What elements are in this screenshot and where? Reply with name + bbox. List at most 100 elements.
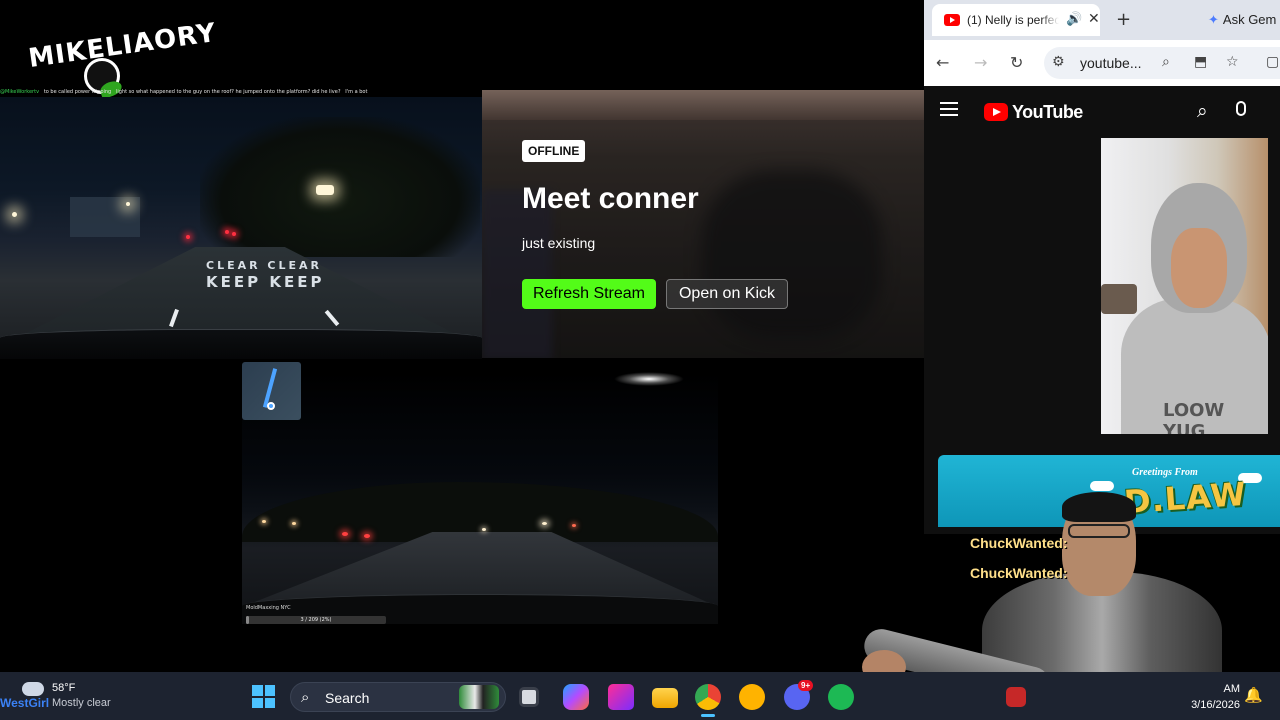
chat-username: ChuckWanted: <box>970 565 1068 581</box>
ticker-message: I'm a bot <box>345 89 368 95</box>
youtube-favicon-icon <box>944 14 960 26</box>
minimap <box>242 362 301 420</box>
tail-light <box>572 524 576 527</box>
glare <box>614 372 684 386</box>
notification-badge: 9+ <box>798 680 814 691</box>
taskbar-search[interactable]: ⌕ Search <box>290 682 506 712</box>
search-icon[interactable]: ⌕ <box>1197 100 1208 122</box>
overlay-label: WestGirl <box>0 696 50 710</box>
person-face <box>1171 228 1227 308</box>
ticker-message: to be called power tripping <box>43 89 112 95</box>
task-view-icon[interactable] <box>519 687 539 707</box>
tail-light <box>232 232 236 236</box>
reload-icon[interactable]: ↻ <box>1010 53 1023 72</box>
notification-bell-icon[interactable]: 🔔 <box>1244 686 1263 704</box>
weather-icon[interactable] <box>18 680 44 696</box>
system-clock[interactable]: AM 3/16/2026 <box>1176 681 1240 713</box>
taskbar <box>0 672 1280 720</box>
zoom-icon[interactable]: ⌕ <box>1162 54 1170 70</box>
url-text[interactable]: youtube... <box>1080 55 1142 71</box>
street-lamp <box>126 202 130 206</box>
offline-badge: OFFLINE <box>522 140 586 162</box>
tail-light <box>186 235 190 239</box>
chrome-icon[interactable] <box>695 684 721 710</box>
ask-gemini-button[interactable]: ✦ Ask Gem <box>1208 12 1276 28</box>
glasses <box>1068 524 1130 538</box>
microphone-icon[interactable] <box>1236 101 1246 116</box>
youtube-wordmark[interactable]: YouTube <box>1012 102 1083 123</box>
start-button[interactable] <box>252 685 275 708</box>
windows-logo-icon <box>252 697 263 708</box>
banner-greeting: Greetings From <box>1132 467 1198 478</box>
file-explorer-icon[interactable] <box>652 688 678 708</box>
tab-title: (1) Nelly is perfect <box>967 13 1059 27</box>
paint-app-icon[interactable] <box>608 684 634 710</box>
address-bar[interactable]: ⚙ youtube... ⌕ ⬒ ☆ ▢ <box>1044 47 1280 79</box>
mug <box>1101 284 1137 314</box>
youtube-video-player[interactable]: LOOW YUG <box>1101 138 1268 434</box>
streamer-hair <box>1062 492 1136 522</box>
ticker-message: light so what happened to the guy on the… <box>116 89 341 95</box>
headlight <box>292 522 296 525</box>
bookmark-star-icon[interactable]: ☆ <box>1226 54 1239 70</box>
dashcam-stream-bottom[interactable]: MoldMaxxing NYC 3 / 209 (2%) <box>242 372 718 624</box>
streamer-webcam <box>860 480 1222 705</box>
tail-light <box>364 534 370 538</box>
hoodie-text: LOOW YUG <box>1163 400 1225 434</box>
install-app-icon[interactable]: ⬒ <box>1194 54 1207 70</box>
offline-stream-panel: OFFLINE Meet conner just existing Refres… <box>482 90 924 358</box>
search-label: Search <box>325 690 370 706</box>
youtube-logo-icon[interactable] <box>984 103 1008 121</box>
weather-caption[interactable]: Mostly clear <box>52 697 111 709</box>
weather-temperature[interactable]: 58°F <box>52 682 75 694</box>
road-marking: CLEAR CLEAR <box>206 259 322 272</box>
refresh-stream-button[interactable]: Refresh Stream <box>522 279 656 309</box>
dashcam-stream-top[interactable]: CLEAR CLEAR KEEP KEEP <box>0 97 482 359</box>
windows-logo-icon <box>252 685 263 696</box>
tab-youtube[interactable]: (1) Nelly is perfect 🔊 ✕ <box>932 4 1100 36</box>
location-marker-icon <box>267 402 275 410</box>
site-settings-icon[interactable]: ⚙ <box>1052 54 1065 70</box>
app-icon[interactable] <box>1006 687 1026 707</box>
new-tab-button[interactable]: + <box>1116 9 1131 30</box>
road-marking: KEEP KEEP <box>206 273 325 291</box>
headlight <box>262 520 266 523</box>
channel-subtitle: just existing <box>522 235 596 251</box>
gemini-star-icon: ✦ <box>1208 12 1219 27</box>
active-app-indicator <box>701 714 715 717</box>
windows-logo-icon <box>264 685 275 696</box>
headlight <box>542 522 547 525</box>
extensions-icon[interactable]: ▢ <box>1266 54 1279 70</box>
close-tab-icon[interactable]: ✕ <box>1088 11 1100 27</box>
clock-date: 3/16/2026 <box>1191 699 1240 711</box>
tab-bar: (1) Nelly is perfect 🔊 ✕ + ✦ Ask Gem <box>924 0 1280 40</box>
youtube-header: YouTube ⌕ <box>924 86 1280 138</box>
forward-icon[interactable]: → <box>974 53 987 72</box>
headlight <box>482 528 486 531</box>
search-highlight-icon <box>459 685 499 709</box>
ticker-user: @MikeWorkertv <box>0 89 40 95</box>
tail-light <box>225 230 229 234</box>
stream-caption: MoldMaxxing NYC <box>246 605 291 611</box>
clock-time: AM <box>1223 683 1241 695</box>
tail-light <box>342 532 348 536</box>
browser-window: (1) Nelly is perfect 🔊 ✕ + ✦ Ask Gem ← → … <box>924 0 1280 534</box>
copilot-icon[interactable] <box>563 684 589 710</box>
chat-username: ChuckWanted: <box>970 535 1068 551</box>
gemini-label: Ask Gem <box>1222 12 1277 27</box>
speaker-icon[interactable]: 🔊 <box>1066 12 1082 27</box>
trees <box>200 117 480 257</box>
search-icon: ⌕ <box>301 688 310 706</box>
stream-progress-bar: 3 / 209 (2%) <box>246 616 386 624</box>
street-lamp <box>316 185 334 195</box>
back-icon[interactable]: ← <box>936 53 949 72</box>
windows-logo-icon <box>264 697 275 708</box>
channel-title: Meet conner <box>522 182 699 215</box>
spotify-icon[interactable] <box>828 684 854 710</box>
browser-toolbar: ← → ↻ ⚙ youtube... ⌕ ⬒ ☆ ▢ <box>924 40 1280 86</box>
open-on-kick-button[interactable]: Open on Kick <box>666 279 788 309</box>
sun-app-icon[interactable] <box>739 684 765 710</box>
background-dim <box>482 90 924 358</box>
hamburger-menu-icon[interactable] <box>940 102 958 116</box>
streamer-logo: MIKELIAORY <box>27 14 218 100</box>
